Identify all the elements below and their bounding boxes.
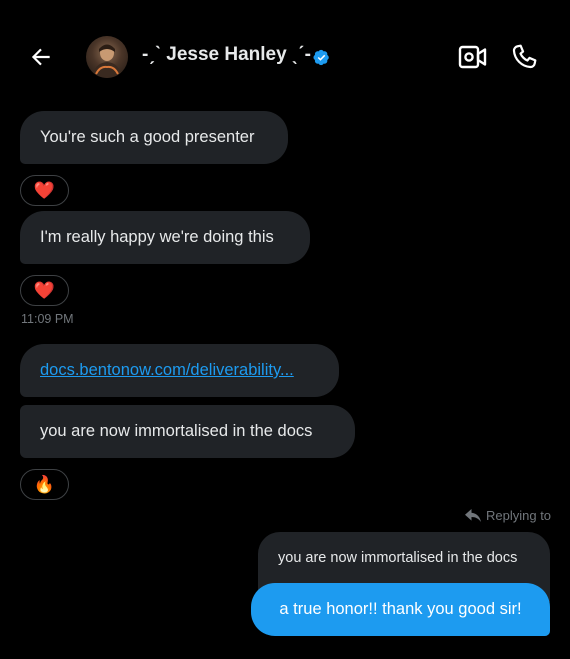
arrow-left-icon bbox=[31, 48, 50, 66]
replying-to-text: Replying to bbox=[486, 508, 552, 523]
reply-arrow-icon bbox=[465, 509, 481, 522]
docs-link[interactable]: docs.bentonow.com/deliverability... bbox=[40, 361, 294, 379]
voice-call-button[interactable] bbox=[506, 39, 542, 75]
contact-name[interactable]: -ˏˋ Jesse Hanley ˎˊ- bbox=[142, 44, 311, 66]
reaction-badge[interactable]: 🔥 bbox=[20, 469, 69, 500]
message-text: I'm really happy we're doing this bbox=[40, 228, 274, 246]
message-bubble[interactable]: I'm really happy we're doing this bbox=[20, 211, 310, 264]
heart-icon: ❤️ bbox=[33, 281, 56, 300]
video-call-icon bbox=[458, 45, 487, 69]
message-bubble[interactable]: You're such a good presenter bbox=[20, 111, 288, 164]
message-timestamp: 11:09 PM bbox=[21, 312, 74, 326]
verified-badge-icon bbox=[313, 49, 329, 66]
replying-to-label: Replying to bbox=[465, 508, 551, 523]
reaction-badge[interactable]: ❤️ bbox=[20, 175, 69, 206]
message-bubble-link: docs.bentonow.com/deliverability... bbox=[20, 344, 339, 397]
reaction-badge[interactable]: ❤️ bbox=[20, 275, 69, 306]
fire-icon: 🔥 bbox=[33, 475, 56, 494]
phone-icon bbox=[512, 44, 537, 69]
sent-message-text: a true honor!! thank you good sir! bbox=[279, 600, 522, 618]
message-bubble[interactable]: you are now immortalised in the docs bbox=[20, 405, 355, 458]
back-button[interactable] bbox=[22, 38, 60, 76]
message-text: you are now immortalised in the docs bbox=[40, 422, 313, 440]
message-text: You're such a good presenter bbox=[40, 128, 255, 146]
heart-icon: ❤️ bbox=[33, 181, 56, 200]
conversation-header: -ˏˋ Jesse Hanley ˎˊ- bbox=[0, 0, 570, 112]
avatar[interactable] bbox=[86, 36, 128, 78]
quoted-message-text: you are now immortalised in the docs bbox=[278, 550, 518, 566]
video-call-button[interactable] bbox=[456, 40, 490, 74]
sent-message-bubble[interactable]: a true honor!! thank you good sir! bbox=[251, 583, 550, 636]
